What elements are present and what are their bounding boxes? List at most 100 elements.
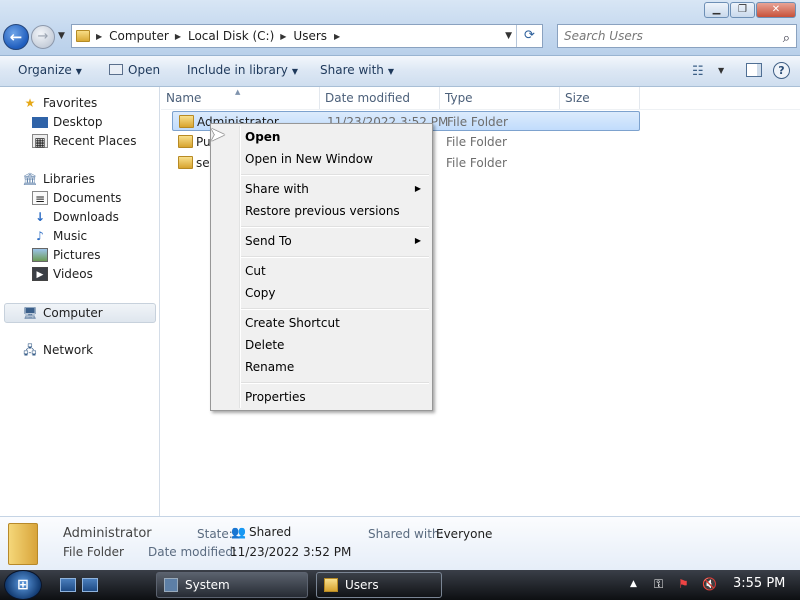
menu-item-copy[interactable]: Copy [245,286,275,300]
sidebar-item-recent-places[interactable]: ▦ Recent Places [32,134,136,149]
menu-item-create-shortcut[interactable]: Create Shortcut [245,316,340,330]
chevron-right-icon[interactable]: ▶ [175,32,181,41]
action-center-icon[interactable]: ⚑ [678,577,689,591]
taskbar-button-system-configuration[interactable]: System Configuration [156,572,308,598]
menu-item-open[interactable]: Open [245,130,280,144]
recent-places-icon: ▦ [32,134,48,149]
recent-pages-dropdown[interactable]: ▼ [58,31,65,41]
chevron-right-icon[interactable]: ▶ [96,32,102,41]
sidebar-item-documents[interactable]: ≡ Documents [32,191,121,206]
column-header-size[interactable]: Size [560,87,640,109]
menu-item-restore-previous-versions[interactable]: Restore previous versions [245,204,400,218]
folder-icon [76,30,90,42]
menu-item-delete[interactable]: Delete [245,338,284,352]
download-icon: ↓ [34,210,46,224]
views-dropdown-icon[interactable]: ▼ [718,66,724,75]
library-icon: 🏛 [22,172,38,186]
network-tray-icon[interactable]: ⚿ [654,577,663,592]
search-input[interactable]: Search Users ⌕ [557,24,797,48]
submenu-arrow-icon: ▶ [414,236,421,245]
sidebar-item-network[interactable]: 🖧 Network [22,343,93,357]
taskbar: ⊞ System Configuration Users ▲ ⚿ ⚑ 🔇 3:5… [0,570,800,600]
submenu-arrow-icon: ▶ [414,184,421,193]
chevron-down-icon: ▼ [387,67,395,76]
computer-icon: 🖥 [22,306,38,320]
shared-users-icon: 👥 [231,525,246,539]
show-hidden-icons[interactable]: ▲ [630,579,637,589]
taskbar-button-users[interactable]: Users [316,572,442,598]
volume-muted-icon[interactable]: 🔇 [702,577,717,591]
minimize-button[interactable]: ▁ [704,2,729,18]
desktop-icon [32,116,48,128]
menu-item-open-new-window[interactable]: Open in New Window [245,152,373,166]
folder-icon [178,156,193,169]
title-bar: ▁ ❐ ✕ ← → ▼ ▶ Computer ▶ Local Disk (C:) ▶… [0,0,800,56]
menu-separator [241,174,429,176]
details-pane: Administrator File Folder State: 👥 Shared… [0,516,800,570]
close-button[interactable]: ✕ [756,2,796,18]
windows-logo-icon: ⊞ [17,577,29,593]
chevron-right-icon[interactable]: ▶ [280,32,286,41]
address-dropdown-icon[interactable]: ▼ [505,31,512,41]
include-in-library-button[interactable]: Include in library ▼ [187,63,298,77]
switch-windows-icon[interactable] [82,578,98,592]
menu-item-send-to[interactable]: Send To [245,234,292,248]
details-shared-with-value: Everyone [436,527,493,541]
help-icon[interactable]: ? [773,62,790,79]
preview-pane-icon[interactable] [746,63,762,77]
chevron-right-icon[interactable]: ▶ [334,32,340,41]
breadcrumb-users[interactable]: ▶ Users ▶ [280,29,340,43]
context-menu: Open Open in New Window Share with ▶ Res… [210,123,433,411]
music-icon: ♪ [36,229,44,243]
menu-item-cut[interactable]: Cut [245,264,266,278]
sidebar-item-music[interactable]: ♪ Music [32,229,87,243]
mouse-cursor-icon: ➤ [209,122,226,146]
window-controls: ▁ ❐ ✕ [704,2,796,18]
search-icon[interactable]: ⌕ [783,28,790,50]
menu-item-share-with[interactable]: Share with [245,182,309,196]
clock[interactable]: 3:55 PM [733,576,785,591]
sidebar-item-downloads[interactable]: ↓ Downloads [32,210,119,224]
column-header-type[interactable]: Type [440,87,560,109]
details-name: Administrator [63,526,152,541]
videos-icon: ▶ [32,267,48,281]
details-shared-with-label: Shared with: [368,527,444,541]
share-with-button[interactable]: Share with ▼ [320,63,394,77]
menu-separator [241,256,429,258]
menu-item-properties[interactable]: Properties [245,390,306,404]
header-divider [161,109,800,110]
pictures-icon [32,248,48,262]
views-icon[interactable]: ☷ [692,64,704,79]
sidebar-item-desktop[interactable]: Desktop [32,115,103,129]
forward-button[interactable]: → [31,25,55,49]
start-button[interactable]: ⊞ [4,570,42,600]
column-header-date-modified[interactable]: Date modified [320,87,440,109]
sidebar-item-pictures[interactable]: Pictures [32,248,101,262]
back-button[interactable]: ← [3,24,29,50]
open-icon [109,64,123,75]
navigation-pane: ★ Favorites Desktop ▦ Recent Places 🏛 Libra… [0,87,160,516]
menu-item-rename[interactable]: Rename [245,360,294,374]
column-header-name[interactable]: ▲ Name [161,87,320,109]
breadcrumb-computer[interactable]: ▶ Computer [96,29,169,43]
open-button[interactable]: Open [109,63,160,77]
network-icon: 🖧 [23,343,37,357]
folder-icon [179,115,194,128]
sort-ascending-icon: ▲ [235,88,241,96]
menu-separator [241,382,429,384]
sidebar-item-computer[interactable]: 🖥 Computer [4,303,156,323]
address-bar[interactable]: ▶ Computer ▶ Local Disk (C:) ▶ Users ▶ ▼ ⟳ [71,24,543,48]
sidebar-item-favorites[interactable]: ★ Favorites [22,96,98,110]
maximize-button[interactable]: ❐ [730,2,755,18]
show-desktop-icon[interactable] [60,578,76,592]
details-state-label: State: [197,527,233,541]
organize-button[interactable]: Organize ▼ [18,63,82,77]
chevron-down-icon: ▼ [291,67,299,76]
breadcrumb-local-disk[interactable]: ▶ Local Disk (C:) [175,29,274,43]
sidebar-item-videos[interactable]: ▶ Videos [32,267,93,281]
forward-arrow-icon: → [37,29,49,44]
refresh-icon[interactable]: ⟳ [516,25,542,47]
sidebar-item-libraries[interactable]: 🏛 Libraries [22,172,94,186]
folder-icon [8,523,38,565]
documents-icon: ≡ [32,191,48,206]
